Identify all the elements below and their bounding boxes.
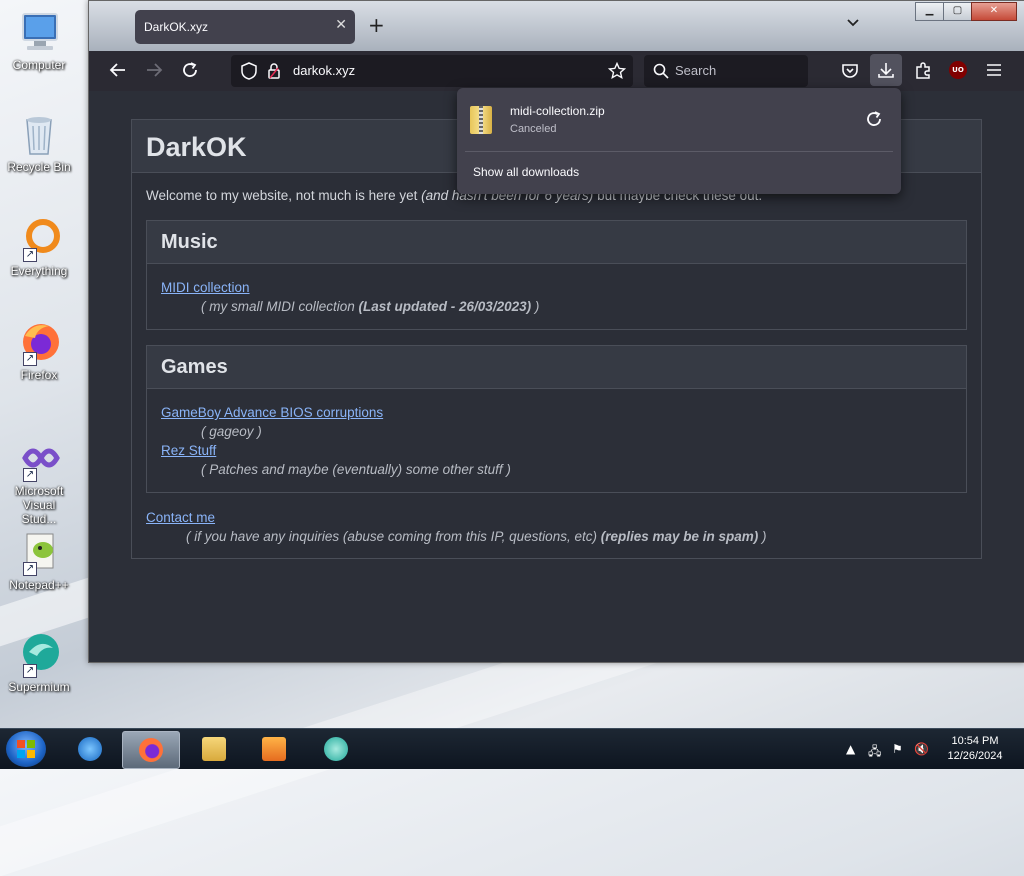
taskbar-supermium[interactable] [308, 731, 364, 767]
midi-collection-note: ( my small MIDI collection (Last updated… [201, 299, 540, 314]
page-title: DarkOK [146, 132, 247, 162]
shield-icon[interactable] [241, 62, 257, 84]
shortcut-arrow-icon: ↗ [23, 248, 37, 262]
desktop-icon-recycle-bin[interactable]: Recycle Bin [4, 110, 74, 174]
back-button[interactable] [109, 61, 127, 83]
computer-icon [15, 8, 63, 56]
desktop-icon-label: Notepad++ [9, 578, 69, 592]
recycle-bin-icon [15, 110, 63, 158]
contact-note: ( if you have any inquiries (abuse comin… [186, 529, 767, 544]
new-tab-button[interactable]: + [368, 15, 385, 35]
desktop-icon-notepad-plus-plus[interactable]: ↗ Notepad++ [4, 528, 74, 592]
show-hidden-icons-icon[interactable]: ▲ [846, 742, 855, 756]
url-text: darkok.xyz [293, 63, 356, 78]
everything-icon: ↗ [15, 214, 63, 262]
show-all-downloads-button[interactable]: Show all downloads [473, 165, 579, 179]
title-bar: DarkOK.xyz ✕ + ▁ ▢ ✕ [89, 1, 1024, 51]
action-center-flag-icon[interactable]: ⚑ [892, 742, 903, 756]
desktop-icon-supermium[interactable]: ↗ Supermium [4, 630, 74, 694]
visual-studio-icon: ↗ [15, 434, 63, 482]
downloads-panel: midi-collection.zip Canceled Show all do… [457, 88, 901, 194]
taskbar-firefox[interactable] [122, 731, 180, 769]
panel-divider [465, 151, 893, 152]
media-player-icon [262, 737, 286, 761]
section-title: Games [161, 356, 228, 378]
shortcut-arrow-icon: ↗ [23, 664, 37, 678]
desktop-icon-visual-studio[interactable]: ↗ Microsoft Visual Stud... [4, 434, 74, 526]
search-placeholder: Search [675, 63, 717, 78]
section-games: Games GameBoy Advance BIOS corruptions (… [146, 345, 967, 493]
url-bar[interactable]: darkok.xyz [231, 55, 633, 87]
download-file-name: midi-collection.zip [510, 104, 605, 118]
section-header [147, 346, 966, 389]
desktop-icon-everything[interactable]: ↗ Everything [4, 214, 74, 278]
rez-stuff-link[interactable]: Rez Stuff [161, 443, 216, 458]
gba-bios-corruptions-link[interactable]: GameBoy Advance BIOS corruptions [161, 405, 383, 420]
section-music: Music MIDI collection ( my small MIDI co… [146, 220, 967, 330]
supermium-icon: ↗ [15, 630, 63, 678]
firefox-icon [139, 738, 163, 762]
close-window-button[interactable]: ✕ [971, 2, 1017, 21]
tab-darkok[interactable]: DarkOK.xyz ✕ [135, 10, 355, 44]
download-status: Canceled [510, 123, 557, 135]
browser-window: DarkOK.xyz ✕ + ▁ ▢ ✕ darkok.xyz Search U… [88, 0, 1024, 663]
ublock-origin-icon[interactable]: UO [949, 61, 967, 79]
list-all-tabs-chevron-icon[interactable] [846, 17, 860, 31]
section-header [147, 221, 966, 264]
notepad-plus-plus-icon: ↗ [15, 528, 63, 576]
taskbar-internet-explorer[interactable] [62, 731, 118, 767]
bookmark-star-icon[interactable] [607, 61, 627, 84]
downloads-button[interactable] [870, 54, 902, 86]
contact-me-link[interactable]: Contact me [146, 510, 215, 525]
window-controls: ▁ ▢ ✕ [915, 2, 1017, 21]
volume-muted-icon[interactable]: 🔇 [914, 742, 929, 756]
tab-close-icon[interactable]: ✕ [335, 17, 347, 33]
clock[interactable]: 10:54 PM 12/26/2024 [936, 734, 1014, 764]
pocket-icon[interactable] [841, 62, 859, 84]
section-title: Music [161, 231, 218, 253]
minimize-button[interactable]: ▁ [915, 2, 944, 21]
taskbar-media-player[interactable] [246, 731, 302, 767]
extensions-puzzle-icon[interactable] [914, 62, 932, 84]
forward-button[interactable] [145, 61, 163, 83]
desktop-icon-label: Everything [10, 264, 68, 278]
shortcut-arrow-icon: ↗ [23, 468, 37, 482]
shortcut-arrow-icon: ↗ [23, 562, 37, 576]
desktop-icon-firefox[interactable]: ↗ Firefox [4, 318, 74, 382]
desktop-icon-label: Microsoft Visual Stud... [14, 484, 64, 526]
search-input[interactable]: Search [644, 55, 808, 87]
maximize-button[interactable]: ▢ [943, 2, 972, 21]
desktop-icon-label: Computer [12, 58, 66, 72]
folder-icon [202, 737, 226, 761]
firefox-icon: ↗ [15, 318, 63, 366]
hamburger-menu-icon[interactable] [986, 62, 1002, 82]
nav-toolbar: darkok.xyz Search UO [89, 51, 1024, 91]
rez-stuff-note: ( Patches and maybe (eventually) some ot… [201, 462, 511, 477]
taskbar-file-explorer[interactable] [186, 731, 242, 767]
gba-bios-note: ( gageoy ) [201, 424, 262, 439]
taskbar: ▲ 🖧 ⚑ 🔇 10:54 PM 12/26/2024 [0, 728, 1024, 769]
download-icon [877, 61, 895, 83]
reload-button[interactable] [181, 61, 199, 83]
network-icon[interactable]: 🖧 [868, 742, 881, 763]
supermium-icon [324, 737, 348, 761]
windows-logo-icon [17, 740, 35, 758]
shortcut-arrow-icon: ↗ [23, 352, 37, 366]
search-icon [653, 63, 669, 83]
desktop-icon-label: Firefox [20, 368, 58, 382]
desktop-icon-label: Recycle Bin [7, 160, 71, 174]
clock-date: 12/26/2024 [947, 750, 1003, 762]
tab-title: DarkOK.xyz [144, 20, 209, 34]
lock-icon[interactable] [267, 62, 281, 84]
internet-explorer-icon [78, 737, 102, 761]
clock-time: 10:54 PM [951, 735, 999, 747]
desktop-icon-label: Supermium [8, 680, 70, 694]
zip-file-icon [470, 106, 492, 134]
start-button[interactable] [6, 731, 46, 767]
retry-download-icon[interactable] [865, 110, 883, 133]
midi-collection-link[interactable]: MIDI collection [161, 280, 250, 295]
desktop-icon-computer[interactable]: Computer [4, 8, 74, 72]
